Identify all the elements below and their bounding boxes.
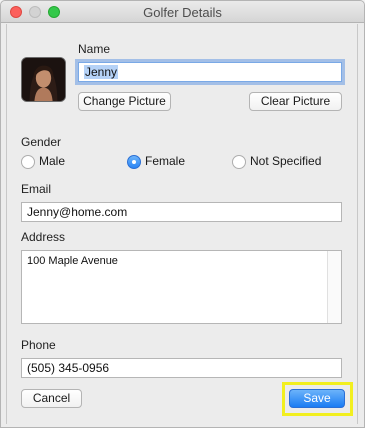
not-specified-radio-label: Not Specified [250,154,322,168]
female-radio[interactable] [127,155,141,169]
clear-picture-button[interactable]: Clear Picture [249,92,342,111]
name-field[interactable]: Jenny [78,62,342,82]
male-radio[interactable] [21,155,35,169]
name-label: Name [78,42,111,56]
window-title: Golfer Details [143,5,222,20]
change-picture-button[interactable]: Change Picture [78,92,171,111]
name-field-value: Jenny [84,65,119,79]
female-radio-label: Female [145,154,186,168]
golfer-details-window: Golfer Details Name Jenny Change Picture… [0,0,365,428]
gender-label: Gender [21,135,62,149]
gender-option-male[interactable]: Male [21,154,91,170]
cancel-button[interactable]: Cancel [21,389,82,408]
phone-field[interactable]: (505) 345-0956 [21,358,342,378]
save-button-highlight [282,382,353,416]
phone-label: Phone [21,338,56,352]
portrait-icon [22,58,65,101]
email-label: Email [21,182,52,196]
title-bar[interactable]: Golfer Details [1,1,364,23]
golfer-photo [21,57,66,102]
address-textarea[interactable]: 100 Maple Avenue [21,250,342,324]
address-text: 100 Maple Avenue [27,255,118,267]
address-scrollbar[interactable] [327,251,341,323]
gender-option-female[interactable]: Female [127,154,207,170]
address-label: Address [21,230,66,244]
male-radio-label: Male [39,154,66,168]
not-specified-radio[interactable] [232,155,246,169]
email-field[interactable]: Jenny@home.com [21,202,342,222]
gender-option-not-specified[interactable]: Not Specified [232,154,332,170]
